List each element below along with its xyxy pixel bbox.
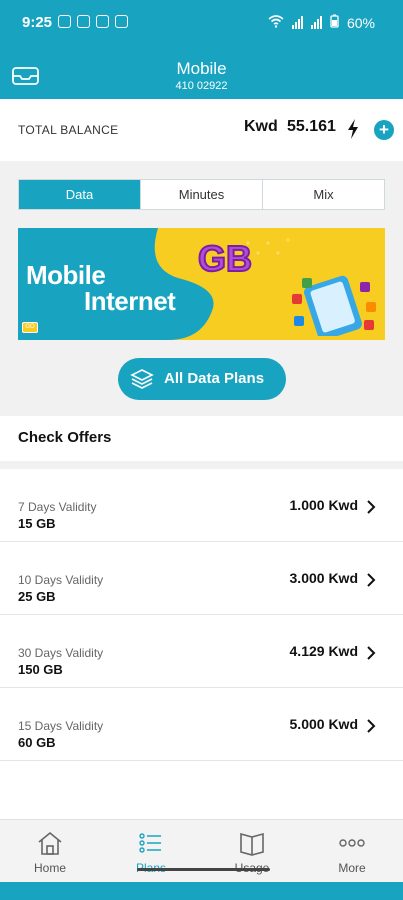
plan-tabs: Data Minutes Mix <box>18 179 385 210</box>
offer-item[interactable]: 7 Days Validity 15 GB 1.000 Kwd <box>0 469 403 542</box>
all-data-plans-button[interactable]: All Data Plans <box>118 358 286 400</box>
home-indicator[interactable] <box>137 868 270 871</box>
chevron-right-icon <box>367 719 376 733</box>
mail-icon <box>96 15 109 28</box>
offers-list: 7 Days Validity 15 GB 1.000 Kwd 10 Days … <box>0 469 403 819</box>
book-icon <box>240 832 264 856</box>
main-content: Data Minutes Mix Mobile Internet GB GO A… <box>0 161 403 416</box>
bolt-icon[interactable] <box>345 118 361 140</box>
balance-row: TOTAL BALANCE Kwd 55.161 <box>0 99 403 161</box>
nav-more-label: More <box>338 861 366 875</box>
nav-home[interactable]: Home <box>0 820 100 883</box>
phone-illustration <box>292 275 376 336</box>
chevron-right-icon <box>367 500 376 514</box>
offers-title: Check Offers <box>18 429 112 446</box>
promo-banner[interactable]: Mobile Internet GB GO <box>18 228 385 340</box>
offer-data: 25 GB <box>18 589 56 604</box>
teams-icon <box>77 15 90 28</box>
nav-home-label: Home <box>33 861 66 875</box>
balance-label: TOTAL BALANCE <box>18 123 119 137</box>
chevron-right-icon <box>367 573 376 587</box>
offer-data: 15 GB <box>18 516 56 531</box>
list-icon <box>139 833 161 853</box>
bottom-nav: Home Plans Usage More <box>0 819 403 882</box>
offer-item[interactable]: 15 Days Validity 60 GB 5.000 Kwd <box>0 688 403 761</box>
nav-usage[interactable]: Usage <box>202 820 302 883</box>
layers-icon <box>130 369 154 389</box>
tab-data[interactable]: Data <box>19 180 141 209</box>
add-balance-button[interactable]: + <box>374 120 394 140</box>
offer-data: 60 GB <box>18 735 56 750</box>
tab-mix[interactable]: Mix <box>263 180 384 209</box>
status-time: 9:25 <box>22 14 53 31</box>
chevron-right-icon <box>367 646 376 660</box>
notification-icons <box>58 15 128 28</box>
nav-plans[interactable]: Plans <box>101 820 201 883</box>
battery-level: 60% <box>346 14 375 31</box>
battery-icon <box>330 14 339 31</box>
offer-validity: 10 Days Validity <box>18 573 104 587</box>
wifi-icon <box>268 14 284 31</box>
banner-tag: GO <box>22 322 38 333</box>
all-data-plans-label: All Data Plans <box>164 370 265 387</box>
offer-item[interactable]: 10 Days Validity 25 GB 3.000 Kwd <box>0 542 403 615</box>
offer-validity: 30 Days Validity <box>18 646 104 660</box>
system-icons: 60% <box>268 14 375 31</box>
nav-more[interactable]: More <box>302 820 402 883</box>
offer-price: 1.000 Kwd <box>289 497 358 513</box>
offer-data: 150 GB <box>18 662 63 677</box>
page-title: Mobile <box>176 59 227 78</box>
banner-gb-badge: GB <box>197 237 253 280</box>
offer-price: 3.000 Kwd <box>289 570 358 586</box>
home-icon <box>38 831 62 855</box>
more-dots-icon <box>339 839 365 847</box>
app-icon <box>115 15 128 28</box>
app-header: Mobile 410 02922 <box>0 47 403 99</box>
status-bar: 9:25 60% <box>0 0 403 47</box>
banner-title-line2: Internet <box>84 286 176 316</box>
offer-item[interactable]: 30 Days Validity 150 GB 4.129 Kwd <box>0 615 403 688</box>
offer-price: 5.000 Kwd <box>289 716 358 732</box>
offers-header: Check Offers <box>0 416 403 461</box>
phone-number: 410 02922 <box>175 80 228 92</box>
offer-validity: 7 Days Validity <box>18 500 97 514</box>
whatsapp-icon <box>58 15 71 28</box>
signal-icon <box>291 16 303 29</box>
offer-price: 4.129 Kwd <box>289 643 358 659</box>
balance-value: 55.161 <box>287 118 336 135</box>
balance-currency: Kwd <box>244 118 278 135</box>
signal2-icon <box>310 16 322 29</box>
bottom-strip <box>0 882 403 900</box>
tab-minutes[interactable]: Minutes <box>141 180 263 209</box>
offer-validity: 15 Days Validity <box>18 719 104 733</box>
